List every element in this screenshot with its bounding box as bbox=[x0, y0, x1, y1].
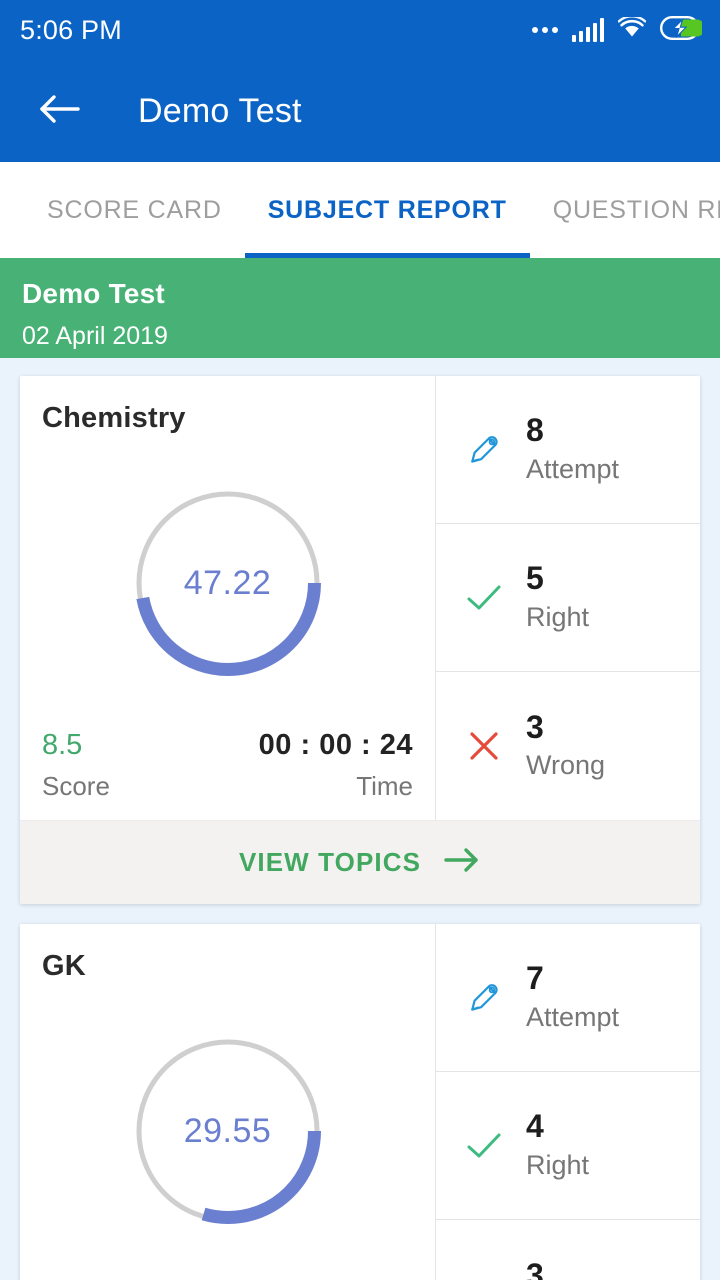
stat-label: Right bbox=[526, 1149, 590, 1180]
stat-attempt: 8 Attempt bbox=[436, 376, 700, 524]
subject-card-chemistry: Chemistry 47.22 8.5 Score 00: 00: 24 T… bbox=[20, 376, 700, 820]
stat-text: 7 Attempt bbox=[526, 962, 619, 1033]
stat-value: 3 bbox=[526, 708, 544, 745]
wifi-icon bbox=[617, 14, 647, 44]
tab-bar: SCORE CARD SUBJECT REPORT QUESTION REPOR… bbox=[0, 162, 720, 258]
score-gauge: 29.55 bbox=[42, 983, 413, 1273]
status-bar-icons bbox=[531, 14, 705, 45]
check-icon bbox=[460, 582, 508, 614]
stat-value: 8 bbox=[526, 412, 544, 449]
subject-summary: GK 29.55 6.5 bbox=[20, 924, 435, 1280]
more-dots-icon bbox=[531, 27, 558, 33]
gauge-percent-value: 29.55 bbox=[183, 1111, 272, 1150]
subject-name: Chemistry bbox=[42, 402, 186, 434]
back-button[interactable] bbox=[34, 85, 86, 137]
stat-text: 8 Attempt bbox=[526, 414, 619, 485]
stat-value: 4 bbox=[526, 1108, 544, 1145]
stat-text: 4 Right bbox=[526, 1110, 589, 1181]
pencil-icon bbox=[460, 432, 508, 468]
time-label: Time bbox=[356, 771, 413, 801]
subject-report-list: Chemistry 47.22 8.5 Score 00: 00: 24 T… bbox=[0, 358, 720, 1280]
view-topics-button[interactable]: VIEW TOPICS bbox=[20, 820, 700, 904]
signal-icon bbox=[571, 18, 604, 42]
arrow-left-icon bbox=[39, 93, 81, 130]
stat-right: 4 Right bbox=[436, 1072, 700, 1220]
subject-footer: 6.5 Score 00 : 00 : 31 Time bbox=[42, 1273, 413, 1280]
page-title: Demo Test bbox=[138, 91, 302, 130]
subject-summary: Chemistry 47.22 8.5 Score 00: 00: 24 T… bbox=[20, 376, 435, 820]
subject-card-gk: GK 29.55 6.5 bbox=[20, 924, 700, 1280]
subject-footer: 8.5 Score 00 : 00 : 24 Time bbox=[42, 725, 413, 802]
check-icon bbox=[460, 1130, 508, 1162]
tab-subject-report[interactable]: SUBJECT REPORT bbox=[244, 162, 530, 258]
score-group: 8.5 Score bbox=[42, 729, 110, 802]
gauge-percent-value: 47.22 bbox=[183, 563, 272, 602]
time-group: 00 : 00 : 24 Time bbox=[259, 729, 413, 802]
app-bar: Demo Test bbox=[0, 60, 720, 162]
subject-block: Chemistry 47.22 8.5 Score 00: 00: 24 T… bbox=[20, 376, 700, 904]
stat-text: 5 Right bbox=[526, 562, 589, 633]
app-screen: 5:06 PM Demo Test SCORE CARD SUBJECT REP… bbox=[0, 0, 720, 1280]
stat-text: 3 Wrong bbox=[526, 1256, 605, 1280]
pencil-icon bbox=[460, 980, 508, 1016]
status-bar: 5:06 PM bbox=[0, 0, 720, 60]
banner-test-date: 02 April 2019 bbox=[22, 322, 168, 350]
subject-stats: 7 Attempt 4 Right 3 bbox=[435, 924, 700, 1280]
cross-icon bbox=[460, 729, 508, 763]
tab-question-report[interactable]: QUESTION REPORT bbox=[530, 162, 720, 258]
stat-text: 3 Wrong bbox=[526, 708, 606, 782]
stat-right: 5 Right bbox=[436, 524, 700, 672]
stat-wrong: 3 Wrong bbox=[436, 672, 700, 820]
stat-value: 3 bbox=[526, 1256, 544, 1280]
stat-label: Right bbox=[526, 601, 590, 632]
stat-value: 7 bbox=[526, 960, 544, 997]
subject-name: GK bbox=[42, 950, 86, 982]
stat-label: Attempt bbox=[526, 453, 620, 484]
stat-label: Attempt bbox=[526, 1001, 620, 1032]
stat-value: 5 bbox=[526, 560, 544, 597]
tab-score-card[interactable]: SCORE CARD bbox=[24, 162, 245, 258]
score-label: Score bbox=[42, 771, 110, 801]
score-value: 8.5 bbox=[42, 729, 83, 761]
view-topics-label: VIEW TOPICS bbox=[238, 847, 422, 877]
battery-charging-icon bbox=[660, 15, 705, 45]
time-value: 00 : 00 : 24 bbox=[258, 729, 413, 761]
subject-block: GK 29.55 6.5 bbox=[20, 924, 700, 1280]
stat-label: Wrong bbox=[526, 750, 606, 781]
subject-stats: 8 Attempt 5 Right 3 Wrong bbox=[435, 376, 700, 820]
status-bar-clock: 5:06 PM bbox=[20, 14, 122, 45]
banner-test-name: Demo Test bbox=[22, 278, 165, 309]
score-gauge: 47.22 bbox=[42, 435, 413, 725]
stat-attempt: 7 Attempt bbox=[436, 924, 700, 1072]
test-banner: Demo Test 02 April 2019 bbox=[0, 258, 720, 358]
stat-wrong: 3 Wrong bbox=[436, 1220, 700, 1280]
arrow-right-icon bbox=[443, 846, 481, 879]
